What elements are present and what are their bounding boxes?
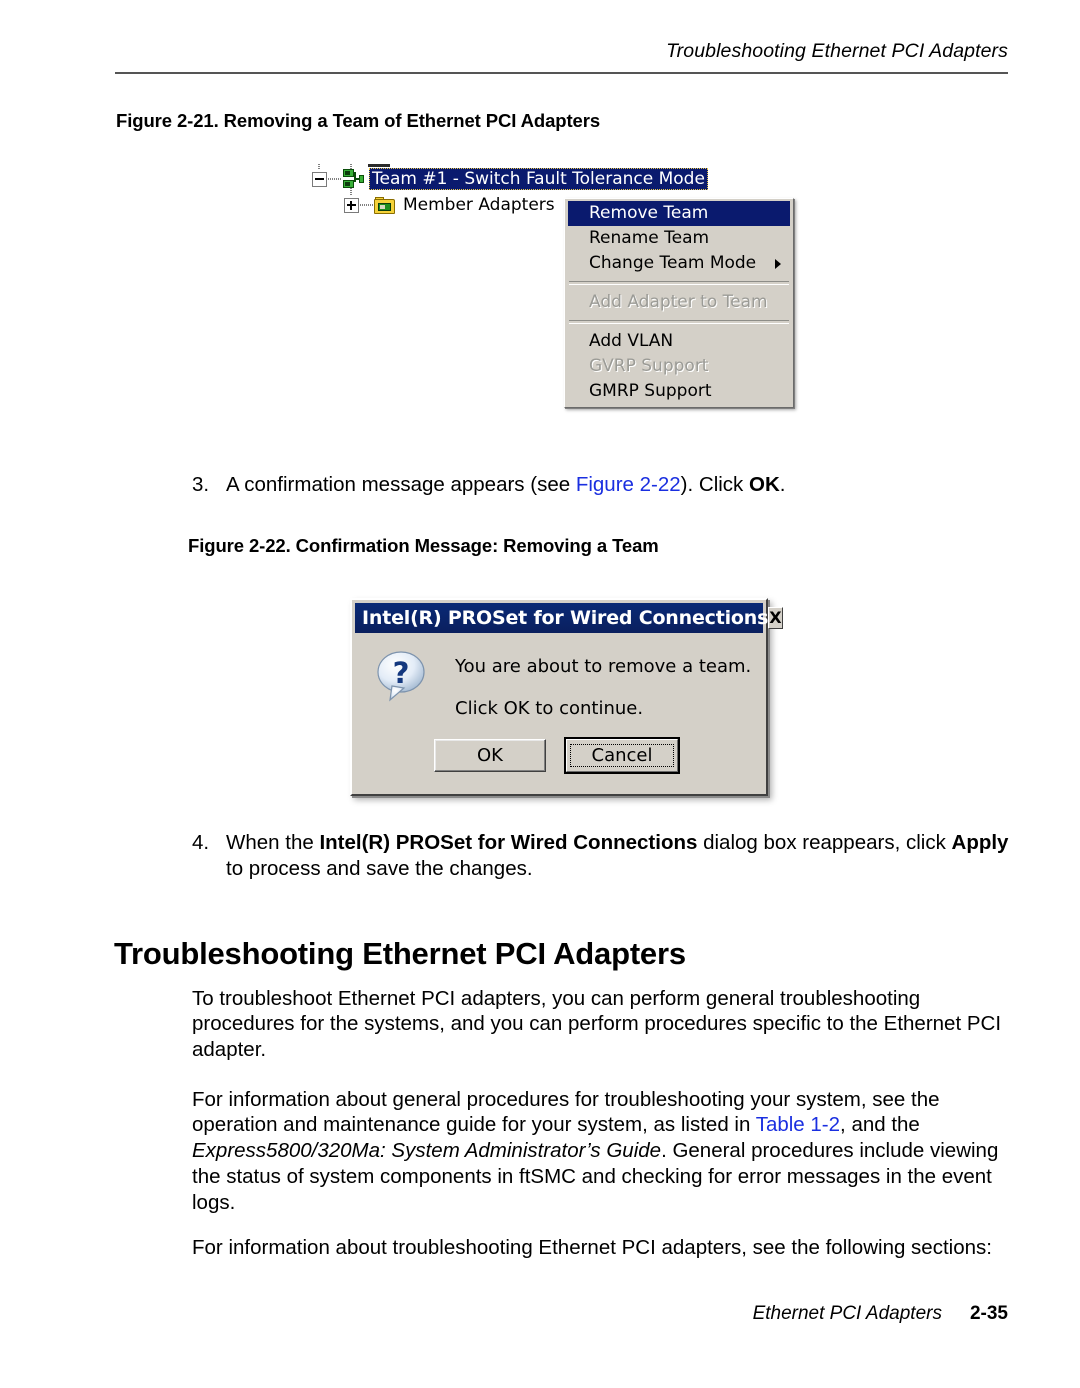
body-paragraph-1: To troubleshoot Ethernet PCI adapters, y… bbox=[192, 986, 1002, 1062]
step-4: 4. When the Intel(R) PROSet for Wired Co… bbox=[192, 830, 1026, 882]
step-3-number: 3. bbox=[192, 473, 210, 496]
step-4-bold-apply: Apply bbox=[951, 831, 1009, 854]
step-3-part1: A confirmation message appears (see bbox=[226, 473, 576, 496]
section-heading: Troubleshooting Ethernet PCI Adapters bbox=[114, 935, 686, 971]
menu-item-rename-team[interactable]: Rename Team bbox=[565, 226, 793, 251]
tree-connector-icon bbox=[328, 178, 341, 180]
figure-2-22-link[interactable]: Figure 2-22 bbox=[576, 473, 681, 496]
menu-item-remove-team[interactable]: Remove Team bbox=[568, 201, 790, 226]
tree-item-team[interactable]: Team #1 - Switch Fault Tolerance Mode bbox=[312, 168, 708, 190]
chevron-right-icon bbox=[775, 258, 781, 269]
cancel-button-label: Cancel bbox=[570, 744, 674, 767]
adapter-folder-icon bbox=[374, 196, 395, 214]
menu-item-gvrp-support: GVRP Support bbox=[589, 356, 709, 376]
par-2-guide-title: Express5800/320Ma: System Administrator’… bbox=[192, 1139, 662, 1163]
menu-item-gmrp-support[interactable]: GMRP Support bbox=[565, 379, 793, 404]
footer-page-number: 2-35 bbox=[969, 1303, 1008, 1324]
step-3-part2: ). Click bbox=[680, 473, 749, 496]
tree-item-member-adapters-label: Member Adapters bbox=[403, 195, 555, 215]
step-4-number: 4. bbox=[192, 831, 210, 854]
step-4-part1: When the bbox=[226, 831, 320, 854]
step-4-part3: to process and save the changes. bbox=[226, 857, 533, 880]
menu-separator bbox=[569, 320, 789, 324]
step-3-ok-bold: OK bbox=[749, 473, 780, 496]
figure-2-21-caption: Figure 2-21. Removing a Team of Ethernet… bbox=[116, 110, 601, 131]
cancel-button-inner: Cancel bbox=[566, 739, 678, 772]
menu-item-add-adapter-to-team: Add Adapter to Team bbox=[589, 292, 768, 312]
footer-title: Ethernet PCI Adapters bbox=[752, 1303, 942, 1324]
document-page: Troubleshooting Ethernet PCI Adapters Fi… bbox=[0, 0, 1080, 1388]
dialog-title: Intel(R) PROSet for Wired Connections bbox=[362, 607, 769, 629]
page-footer: Ethernet PCI Adapters 2-35 bbox=[753, 1303, 1008, 1325]
menu-item-change-team-mode-label: Change Team Mode bbox=[589, 253, 757, 273]
dialog-titlebar: Intel(R) PROSet for Wired Connections X bbox=[355, 603, 783, 633]
figure-2-21-screenshot: Team #1 - Switch Fault Tolerance Mode Me… bbox=[308, 164, 808, 434]
figure-2-22-caption: Figure 2-22. Confirmation Message: Remov… bbox=[188, 535, 659, 556]
collapse-minus-icon[interactable] bbox=[312, 171, 327, 187]
menu-item-add-vlan[interactable]: Add VLAN bbox=[565, 329, 793, 354]
running-header: Troubleshooting Ethernet PCI Adapters bbox=[666, 40, 1008, 62]
close-icon[interactable]: X bbox=[768, 607, 783, 629]
table-1-2-link[interactable]: Table 1-2 bbox=[756, 1113, 840, 1136]
tree-top-marker bbox=[368, 164, 390, 167]
svg-text:?: ? bbox=[393, 656, 410, 690]
cancel-button[interactable]: Cancel bbox=[564, 737, 680, 774]
step-3-text: A confirmation message appears (see Figu… bbox=[226, 472, 785, 498]
team-network-icon bbox=[342, 169, 364, 189]
step-4-part2: dialog box reappears, click bbox=[697, 831, 952, 854]
dialog-message-line-2: Click OK to continue. bbox=[455, 698, 644, 719]
body-paragraph-2: For information about general procedures… bbox=[192, 1087, 1004, 1216]
tree-item-team-label: Team #1 - Switch Fault Tolerance Mode bbox=[369, 168, 708, 190]
body-paragraph-3: For information about troubleshooting Et… bbox=[192, 1235, 992, 1259]
ok-button[interactable]: OK bbox=[434, 739, 546, 772]
header-divider bbox=[115, 72, 1008, 74]
tree-item-member-adapters[interactable]: Member Adapters bbox=[344, 194, 558, 216]
confirmation-dialog: Intel(R) PROSet for Wired Connections X … bbox=[350, 598, 783, 796]
menu-item-change-team-mode[interactable]: Change Team Mode bbox=[565, 251, 793, 276]
step-4-bold-dialog-name: Intel(R) PROSet for Wired Connections bbox=[319, 831, 698, 854]
question-bubble-icon: ? bbox=[377, 651, 425, 702]
expand-plus-icon[interactable] bbox=[344, 197, 359, 213]
step-3-part3: . bbox=[779, 473, 786, 496]
context-menu: Remove Team Rename Team Change Team Mode… bbox=[564, 198, 794, 408]
menu-separator bbox=[569, 281, 789, 285]
step-4-text: When the Intel(R) PROSet for Wired Conne… bbox=[226, 830, 1026, 882]
step-3: 3. A confirmation message appears (see F… bbox=[192, 472, 785, 498]
tree-connector-icon bbox=[360, 204, 373, 206]
par-2-part2: , and the bbox=[840, 1113, 920, 1137]
dialog-message-line-1: You are about to remove a team. bbox=[455, 656, 752, 677]
